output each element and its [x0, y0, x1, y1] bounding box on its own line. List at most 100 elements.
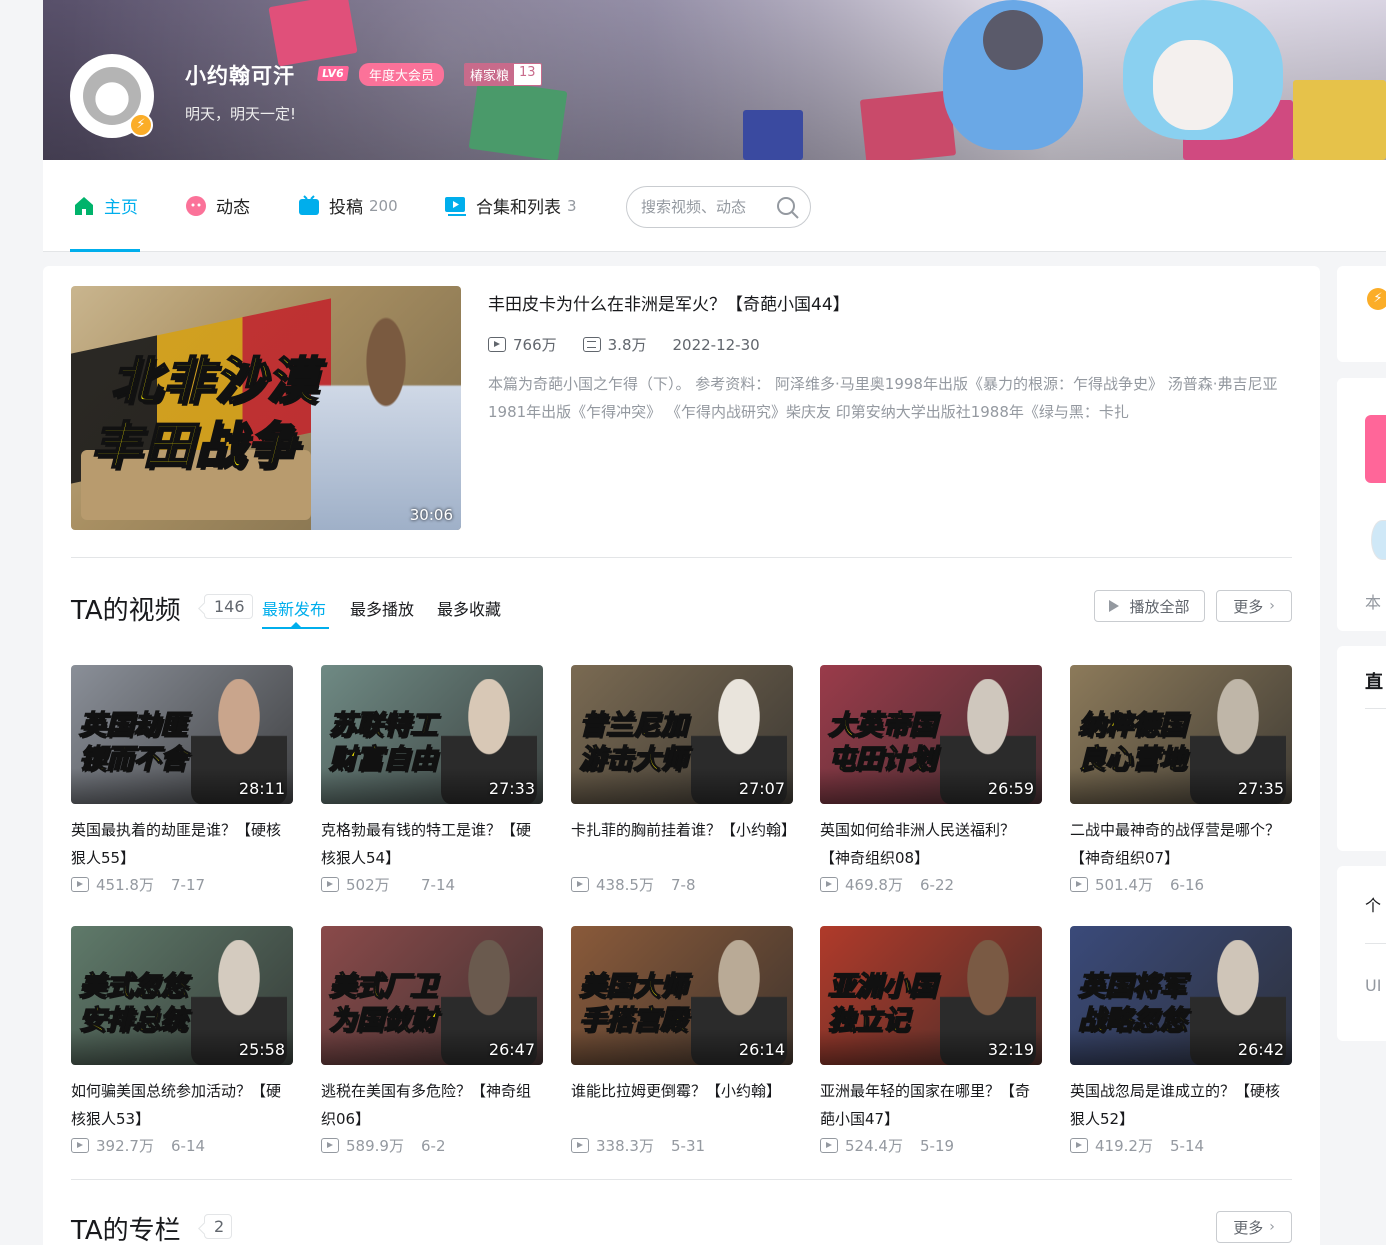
banner-character	[1153, 40, 1233, 130]
video-duration: 26:42	[1237, 1040, 1284, 1059]
video-card[interactable]: 昔兰尼加 游击大师 27:07 卡扎菲的胸前挂着谁？【小约翰】 438.5万 7-8	[571, 665, 793, 895]
play-count-icon	[71, 1138, 89, 1153]
playlist-icon	[445, 196, 466, 216]
video-card[interactable]: 英国将军 战略忽悠 26:42 英国战忽局是谁成立的？【硬核狠人52】 419.2万 5-…	[1070, 926, 1292, 1156]
video-card[interactable]: 英国劫匪 锲而不舍 28:11 英国最执着的劫匪是谁？【硬核狠人55】 451.8万 7-…	[71, 665, 293, 895]
vip-badge[interactable]: 年度大会员	[359, 63, 445, 86]
banner-character	[983, 10, 1043, 70]
danmaku-icon	[582, 337, 601, 352]
video-title[interactable]: 亚洲最年轻的国家在哪里？【奇葩小国47】	[820, 1077, 1042, 1133]
tab-dynamic-label: 动态	[216, 198, 250, 218]
video-title[interactable]: 逃税在美国有多危险？【神奇组织06】	[321, 1077, 543, 1133]
video-card[interactable]: 亚洲小国 独立记 32:19 亚洲最年轻的国家在哪里？【奇葩小国47】 524.4万 5-…	[820, 926, 1042, 1156]
video-date: 5-31	[671, 1136, 706, 1155]
video-title[interactable]: 如何骗美国总统参加活动？【硬核狠人53】	[71, 1077, 293, 1133]
featured-video-thumbnail[interactable]: 北非沙漠 丰田战争 30:06	[71, 286, 461, 530]
right-card-fans: 本	[1337, 378, 1386, 631]
video-meta: 589.9万 6-2	[321, 1135, 543, 1156]
tab-home[interactable]: 主页	[72, 193, 138, 218]
avatar[interactable]: ⚡	[70, 54, 154, 138]
right-card-live: 直	[1337, 646, 1386, 851]
video-thumbnail[interactable]: 美式忽悠 安排总统 25:58	[71, 926, 293, 1065]
video-date: 6-14	[171, 1136, 206, 1155]
play-icon	[1109, 600, 1120, 612]
featured-danmaku: 3.8万	[607, 336, 647, 354]
video-date: 6-2	[421, 1136, 446, 1155]
home-icon	[75, 196, 93, 215]
video-views: 338.3万	[596, 1137, 654, 1155]
right-card-info-title: 个	[1365, 896, 1382, 915]
play-count-icon	[488, 337, 506, 352]
video-thumbnail[interactable]: 纳粹德国 良心营地 27:35	[1070, 665, 1292, 804]
featured-video-title[interactable]: 丰田皮卡为什么在非洲是军火？【奇葩小国44】	[488, 290, 850, 315]
video-card[interactable]: 美国大师 手搭宫殿 26:14 谁能比拉姆更倒霉？【小约翰】 338.3万 5-31	[571, 926, 793, 1156]
video-thumbnail[interactable]: 英国将军 战略忽悠 26:42	[1070, 926, 1292, 1065]
tab-collections-count: 3	[567, 196, 577, 215]
video-title[interactable]: 谁能比拉姆更倒霉？【小约翰】	[571, 1077, 793, 1133]
video-thumbnail[interactable]: 英国劫匪 锲而不舍 28:11	[71, 665, 293, 804]
right-card-charge: ⚡	[1337, 266, 1386, 362]
video-date: 7-8	[671, 875, 696, 894]
column-more-button[interactable]: 更多 ›	[1216, 1211, 1292, 1243]
video-title[interactable]: 英国战忽局是谁成立的？【硬核狠人52】	[1070, 1077, 1292, 1133]
video-card[interactable]: 美式厂卫 为国敛财 26:47 逃税在美国有多危险？【神奇组织06】 589.9万 6-2	[321, 926, 543, 1156]
thumbnail-portrait-art	[311, 306, 461, 530]
video-thumbnail[interactable]: 苏联特工 财富自由 27:33	[321, 665, 543, 804]
sort-tab-most-favorited[interactable]: 最多收藏	[437, 596, 501, 620]
video-card[interactable]: 美式忽悠 安排总统 25:58 如何骗美国总统参加活动？【硬核狠人53】 392.7万 6…	[71, 926, 293, 1156]
video-meta: 451.8万 7-17	[71, 874, 293, 895]
banner-gift-decoration	[468, 79, 568, 160]
featured-date: 2022-12-30	[672, 335, 760, 354]
video-meta: 438.5万 7-8	[571, 874, 793, 895]
play-count-icon	[321, 1138, 339, 1153]
tab-collections[interactable]: 合集和列表 3	[444, 193, 577, 218]
video-duration: 28:11	[238, 779, 285, 798]
video-date: 6-22	[920, 875, 955, 894]
tab-dynamic[interactable]: 动态	[184, 193, 250, 218]
bolt-icon: ⚡	[1367, 288, 1386, 310]
video-views: 524.4万	[845, 1137, 903, 1155]
sort-tab-indicator	[262, 622, 329, 629]
username[interactable]: 小约翰可汗	[185, 60, 295, 90]
tv-icon	[299, 194, 319, 215]
videos-count: 146	[204, 594, 253, 619]
search-icon[interactable]	[776, 196, 800, 220]
video-thumbnail[interactable]: 美式厂卫 为国敛财 26:47	[321, 926, 543, 1065]
video-card[interactable]: 纳粹德国 良心营地 27:35 二战中最神奇的战俘营是哪个？【神奇组织07】 501.4…	[1070, 665, 1292, 895]
video-thumbnail[interactable]: 亚洲小国 独立记 32:19	[820, 926, 1042, 1065]
video-card[interactable]: 大英帝国 屯田计划 26:59 英国如何给非洲人民送福利？【神奇组织08】 469.8万…	[820, 665, 1042, 895]
video-duration: 26:59	[987, 779, 1034, 798]
chevron-right-icon: ›	[1269, 1219, 1275, 1235]
section-divider	[71, 557, 1292, 558]
right-card-uid: UI	[1365, 976, 1382, 995]
video-title[interactable]: 克格勃最有钱的特工是谁？【硬核狠人54】	[321, 816, 543, 872]
video-date: 7-17	[171, 875, 206, 894]
right-card-info: 个 UI	[1337, 866, 1386, 1041]
right-card-divider	[1365, 708, 1386, 709]
sort-tab-latest[interactable]: 最新发布	[262, 596, 326, 620]
video-views: 589.9万	[346, 1137, 404, 1155]
video-card[interactable]: 苏联特工 财富自由 27:33 克格勃最有钱的特工是谁？【硬核狠人54】 502万 7-1…	[321, 665, 543, 895]
play-all-button[interactable]: 播放全部	[1094, 590, 1205, 622]
video-title[interactable]: 英国最执着的劫匪是谁？【硬核狠人55】	[71, 816, 293, 872]
thumbnail-caption-line2: 丰田战争	[90, 416, 299, 476]
video-meta: 502万 7-14	[321, 874, 543, 895]
fan-medal[interactable]: 椿家粮 13	[464, 63, 542, 86]
featured-video-description: 本篇为奇葩小国之乍得（下）。 参考资料： 阿泽维多·马里奥1998年出版《暴力的…	[488, 375, 1278, 421]
bolt-icon: ⚡	[129, 113, 153, 137]
search-input[interactable]	[641, 198, 771, 216]
video-duration: 32:19	[987, 1040, 1034, 1059]
videos-more-button[interactable]: 更多 ›	[1216, 590, 1292, 622]
video-thumbnail[interactable]: 昔兰尼加 游击大师 27:07	[571, 665, 793, 804]
tab-upload[interactable]: 投稿 200	[297, 193, 398, 218]
sort-tab-most-played[interactable]: 最多播放	[350, 596, 414, 620]
video-thumbnail[interactable]: 大英帝国 屯田计划 26:59	[820, 665, 1042, 804]
video-title[interactable]: 二战中最神奇的战俘营是哪个？【神奇组织07】	[1070, 816, 1292, 872]
play-count-icon	[820, 877, 838, 892]
video-title[interactable]: 英国如何给非洲人民送福利？【神奇组织08】	[820, 816, 1042, 872]
video-thumbnail[interactable]: 美国大师 手搭宫殿 26:14	[571, 926, 793, 1065]
fan-avatar[interactable]	[1371, 520, 1386, 560]
video-title[interactable]: 卡扎菲的胸前挂着谁？【小约翰】	[571, 816, 793, 872]
play-count-icon	[1070, 877, 1088, 892]
charge-button[interactable]	[1365, 415, 1386, 483]
